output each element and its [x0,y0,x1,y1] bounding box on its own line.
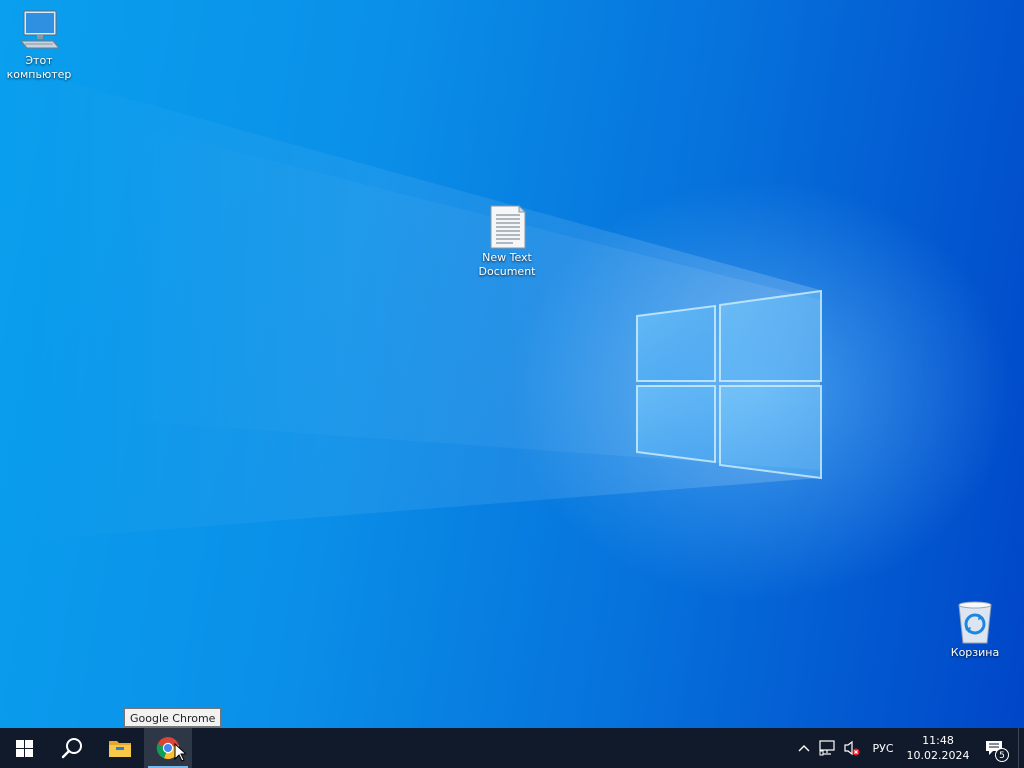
mouse-cursor-icon [174,743,186,762]
input-language-indicator[interactable]: РУС [864,728,902,768]
clock-date: 10.02.2024 [906,749,970,762]
computer-icon [19,10,61,49]
file-explorer-button[interactable] [96,728,144,768]
clock[interactable]: 11:48 10.02.2024 [902,728,974,768]
search-icon [61,738,82,759]
desktop-icon-label: New Text Document [478,251,536,278]
text-document-icon [490,205,527,249]
taskbar: РУС 11:48 10.02.2024 5 [0,728,1024,768]
taskbar-tooltip: Google Chrome [124,708,222,727]
start-button[interactable] [0,728,48,768]
system-tray: РУС 11:48 10.02.2024 5 [792,728,1024,768]
notifications-badge: 5 [995,748,1009,762]
action-center-button[interactable]: 5 [974,728,1014,768]
windows-start-icon [15,739,33,757]
recycle-bin-icon [958,601,992,644]
desktop-icon-new-text-document[interactable]: New Text Document [469,205,545,279]
desktop-icon-recycle-bin[interactable]: Корзина [937,600,1013,660]
volume-button[interactable] [840,728,864,768]
chevron-up-icon [798,745,810,752]
network-icon [819,740,835,756]
desktop-icon-label: Этот компьютер [6,54,72,81]
search-button[interactable] [48,728,96,768]
volume-muted-icon [844,740,860,756]
desktop-wallpaper: Этот компьютер New Text Document Корзина [0,0,1024,728]
file-explorer-icon [109,741,131,757]
desktop-icon-this-pc[interactable]: Этот компьютер [1,8,77,82]
show-desktop-button[interactable] [1018,728,1024,768]
show-hidden-icons-button[interactable] [792,728,816,768]
network-button[interactable] [816,728,840,768]
wallpaper-light-beams [30,80,822,540]
desktop-icon-label: Корзина [950,646,1000,659]
clock-time: 11:48 [922,734,954,747]
